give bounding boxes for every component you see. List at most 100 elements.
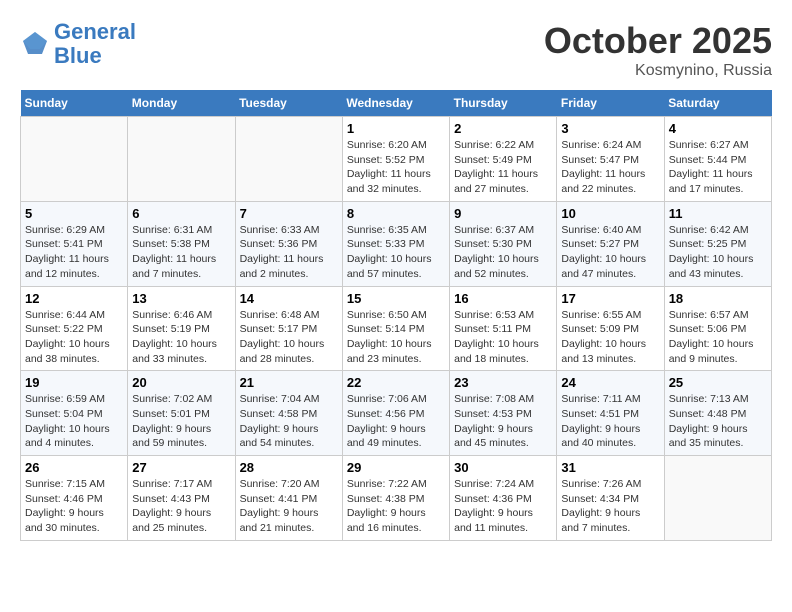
day-number: 3 xyxy=(561,121,659,136)
day-info: Sunrise: 6:40 AM Sunset: 5:27 PM Dayligh… xyxy=(561,223,659,282)
day-cell-28: 28Sunrise: 7:20 AM Sunset: 4:41 PM Dayli… xyxy=(235,456,342,541)
weekday-header-sunday: Sunday xyxy=(21,90,128,117)
day-cell-16: 16 Sunrise: 6:53 AM Sunset: 5:11 PM Dayli… xyxy=(450,286,557,371)
weekday-header-tuesday: Tuesday xyxy=(235,90,342,117)
day-number: 14 xyxy=(240,291,338,306)
day-cell-9: 9Sunrise: 6:37 AM Sunset: 5:30 PM Daylig… xyxy=(450,201,557,286)
day-number: 6 xyxy=(132,206,230,221)
day-number: 23 xyxy=(454,375,552,390)
day-number: 20 xyxy=(132,375,230,390)
day-number: 29 xyxy=(347,460,445,475)
day-number: 27 xyxy=(132,460,230,475)
calendar-table: SundayMondayTuesdayWednesdayThursdayFrid… xyxy=(20,90,772,541)
day-info: Sunrise: 6:46 AM Sunset: 5:19 PM Dayligh… xyxy=(132,308,230,367)
day-number: 19 xyxy=(25,375,123,390)
day-cell-12: 12 Sunrise: 6:44 AM Sunset: 5:22 PM Dayli… xyxy=(21,286,128,371)
weekday-header-row: SundayMondayTuesdayWednesdayThursdayFrid… xyxy=(21,90,772,117)
day-cell-1: 1Sunrise: 6:20 AM Sunset: 5:52 PM Daylig… xyxy=(342,117,449,202)
day-cell-13: 13 Sunrise: 6:46 AM Sunset: 5:19 PM Dayli… xyxy=(128,286,235,371)
day-info: Sunrise: 7:15 AM Sunset: 4:46 PM Dayligh… xyxy=(25,477,123,536)
day-info: Sunrise: 7:11 AM Sunset: 4:51 PM Dayligh… xyxy=(561,392,659,451)
day-number: 13 xyxy=(132,291,230,306)
day-cell-30: 30Sunrise: 7:24 AM Sunset: 4:36 PM Dayli… xyxy=(450,456,557,541)
day-cell-25: 25 Sunrise: 7:13 AM Sunset: 4:48 PM Dayli… xyxy=(664,371,771,456)
day-info: Sunrise: 7:04 AM Sunset: 4:58 PM Dayligh… xyxy=(240,392,338,451)
day-number: 16 xyxy=(454,291,552,306)
day-cell-3: 3 Sunrise: 6:24 AM Sunset: 5:47 PM Daylig… xyxy=(557,117,664,202)
title-block: October 2025 Kosmynino, Russia xyxy=(544,20,772,80)
day-info: Sunrise: 6:42 AM Sunset: 5:25 PM Dayligh… xyxy=(669,223,767,282)
weekday-header-wednesday: Wednesday xyxy=(342,90,449,117)
day-number: 1 xyxy=(347,121,445,136)
page-header: General Blue October 2025 Kosmynino, Rus… xyxy=(20,20,772,80)
day-number: 12 xyxy=(25,291,123,306)
empty-cell xyxy=(21,117,128,202)
week-row-5: 26 Sunrise: 7:15 AM Sunset: 4:46 PM Dayli… xyxy=(21,456,772,541)
day-number: 31 xyxy=(561,460,659,475)
day-cell-8: 8 Sunrise: 6:35 AM Sunset: 5:33 PM Daylig… xyxy=(342,201,449,286)
day-number: 28 xyxy=(240,460,338,475)
day-info: Sunrise: 6:35 AM Sunset: 5:33 PM Dayligh… xyxy=(347,223,445,282)
day-number: 17 xyxy=(561,291,659,306)
day-cell-15: 15Sunrise: 6:50 AM Sunset: 5:14 PM Dayli… xyxy=(342,286,449,371)
day-info: Sunrise: 6:37 AM Sunset: 5:30 PM Dayligh… xyxy=(454,223,552,282)
day-cell-21: 21 Sunrise: 7:04 AM Sunset: 4:58 PM Dayli… xyxy=(235,371,342,456)
day-info: Sunrise: 6:27 AM Sunset: 5:44 PM Dayligh… xyxy=(669,138,767,197)
weekday-header-friday: Friday xyxy=(557,90,664,117)
day-cell-10: 10 Sunrise: 6:40 AM Sunset: 5:27 PM Dayli… xyxy=(557,201,664,286)
day-number: 5 xyxy=(25,206,123,221)
day-cell-23: 23Sunrise: 7:08 AM Sunset: 4:53 PM Dayli… xyxy=(450,371,557,456)
day-number: 10 xyxy=(561,206,659,221)
day-cell-2: 2 Sunrise: 6:22 AM Sunset: 5:49 PM Daylig… xyxy=(450,117,557,202)
day-cell-7: 7 Sunrise: 6:33 AM Sunset: 5:36 PM Daylig… xyxy=(235,201,342,286)
day-number: 24 xyxy=(561,375,659,390)
day-info: Sunrise: 6:44 AM Sunset: 5:22 PM Dayligh… xyxy=(25,308,123,367)
day-number: 26 xyxy=(25,460,123,475)
weekday-header-monday: Monday xyxy=(128,90,235,117)
weekday-header-thursday: Thursday xyxy=(450,90,557,117)
day-info: Sunrise: 6:24 AM Sunset: 5:47 PM Dayligh… xyxy=(561,138,659,197)
day-info: Sunrise: 6:22 AM Sunset: 5:49 PM Dayligh… xyxy=(454,138,552,197)
day-info: Sunrise: 6:55 AM Sunset: 5:09 PM Dayligh… xyxy=(561,308,659,367)
day-number: 7 xyxy=(240,206,338,221)
day-info: Sunrise: 7:02 AM Sunset: 5:01 PM Dayligh… xyxy=(132,392,230,451)
week-row-3: 12 Sunrise: 6:44 AM Sunset: 5:22 PM Dayli… xyxy=(21,286,772,371)
logo: General Blue xyxy=(20,20,136,68)
day-cell-20: 20 Sunrise: 7:02 AM Sunset: 5:01 PM Dayli… xyxy=(128,371,235,456)
day-cell-14: 14 Sunrise: 6:48 AM Sunset: 5:17 PM Dayli… xyxy=(235,286,342,371)
day-cell-27: 27 Sunrise: 7:17 AM Sunset: 4:43 PM Dayli… xyxy=(128,456,235,541)
day-number: 22 xyxy=(347,375,445,390)
day-cell-19: 19 Sunrise: 6:59 AM Sunset: 5:04 PM Dayli… xyxy=(21,371,128,456)
day-cell-24: 24 Sunrise: 7:11 AM Sunset: 4:51 PM Dayli… xyxy=(557,371,664,456)
day-number: 15 xyxy=(347,291,445,306)
day-info: Sunrise: 6:59 AM Sunset: 5:04 PM Dayligh… xyxy=(25,392,123,451)
day-cell-29: 29 Sunrise: 7:22 AM Sunset: 4:38 PM Dayli… xyxy=(342,456,449,541)
day-info: Sunrise: 7:13 AM Sunset: 4:48 PM Dayligh… xyxy=(669,392,767,451)
logo-icon xyxy=(20,29,50,59)
day-cell-4: 4 Sunrise: 6:27 AM Sunset: 5:44 PM Daylig… xyxy=(664,117,771,202)
logo-text: General Blue xyxy=(54,20,136,68)
day-info: Sunrise: 7:17 AM Sunset: 4:43 PM Dayligh… xyxy=(132,477,230,536)
day-number: 8 xyxy=(347,206,445,221)
day-number: 30 xyxy=(454,460,552,475)
day-cell-17: 17 Sunrise: 6:55 AM Sunset: 5:09 PM Dayli… xyxy=(557,286,664,371)
day-info: Sunrise: 7:22 AM Sunset: 4:38 PM Dayligh… xyxy=(347,477,445,536)
day-cell-31: 31Sunrise: 7:26 AM Sunset: 4:34 PM Dayli… xyxy=(557,456,664,541)
day-info: Sunrise: 6:48 AM Sunset: 5:17 PM Dayligh… xyxy=(240,308,338,367)
day-cell-18: 18Sunrise: 6:57 AM Sunset: 5:06 PM Dayli… xyxy=(664,286,771,371)
day-info: Sunrise: 6:57 AM Sunset: 5:06 PM Dayligh… xyxy=(669,308,767,367)
day-cell-26: 26 Sunrise: 7:15 AM Sunset: 4:46 PM Dayli… xyxy=(21,456,128,541)
location: Kosmynino, Russia xyxy=(544,62,772,80)
day-cell-22: 22 Sunrise: 7:06 AM Sunset: 4:56 PM Dayli… xyxy=(342,371,449,456)
day-number: 11 xyxy=(669,206,767,221)
day-info: Sunrise: 6:53 AM Sunset: 5:11 PM Dayligh… xyxy=(454,308,552,367)
day-info: Sunrise: 7:06 AM Sunset: 4:56 PM Dayligh… xyxy=(347,392,445,451)
day-number: 4 xyxy=(669,121,767,136)
day-number: 25 xyxy=(669,375,767,390)
day-cell-5: 5Sunrise: 6:29 AM Sunset: 5:41 PM Daylig… xyxy=(21,201,128,286)
day-number: 2 xyxy=(454,121,552,136)
week-row-1: 1Sunrise: 6:20 AM Sunset: 5:52 PM Daylig… xyxy=(21,117,772,202)
day-number: 21 xyxy=(240,375,338,390)
day-info: Sunrise: 6:33 AM Sunset: 5:36 PM Dayligh… xyxy=(240,223,338,282)
empty-cell xyxy=(235,117,342,202)
